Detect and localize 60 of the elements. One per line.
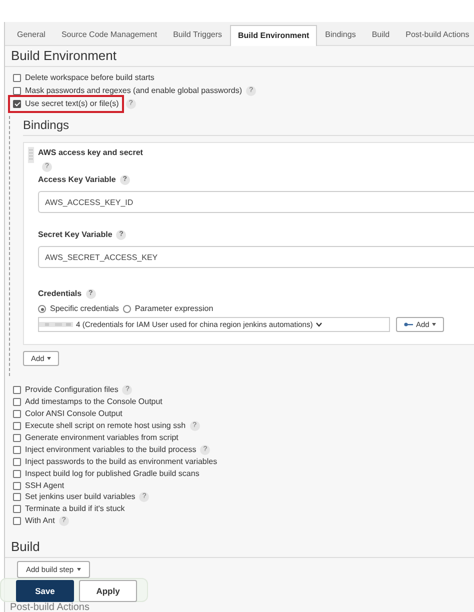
checkbox[interactable] [13, 434, 21, 442]
section-heading: Post-build Actions [9, 603, 90, 612]
tab[interactable]: Post-build Actions [398, 24, 474, 45]
option-label[interactable]: SSH Agent [25, 480, 64, 492]
checkbox[interactable] [13, 410, 21, 418]
checkbox[interactable] [13, 446, 21, 454]
radio-label[interactable]: Specific credentials [50, 303, 119, 316]
field-label: Credentials [38, 288, 82, 300]
option-label[interactable]: Set jenkins user build variables [25, 491, 136, 504]
checkbox[interactable] [13, 505, 21, 514]
drag-handle-icon[interactable] [28, 147, 34, 164]
option-label[interactable]: With Ant [25, 515, 55, 528]
option-label[interactable]: Inject environment variables to the build process [25, 444, 196, 456]
checkbox[interactable] [13, 100, 21, 108]
field-label: Secret Key Variable [38, 229, 112, 242]
tab[interactable]: Source Code Management [53, 24, 166, 45]
checkbox[interactable] [13, 517, 21, 526]
option-label[interactable]: Execute shell script on remote host using ssh [25, 420, 186, 432]
tab[interactable]: Build Triggers [165, 24, 230, 45]
redaction-mark [39, 321, 73, 328]
option-label[interactable]: Add timestamps to the Console Output [25, 396, 162, 408]
save-button[interactable]: Save [16, 580, 74, 602]
checkbox[interactable] [13, 87, 21, 96]
section-heading: Build [5, 537, 474, 558]
checkbox[interactable] [13, 74, 21, 82]
text-field[interactable]: AWS_ACCESS_KEY_ID [38, 191, 474, 214]
text-field[interactable]: AWS_SECRET_ACCESS_KEY [38, 246, 474, 268]
tab[interactable]: General [9, 24, 54, 45]
tab[interactable]: Build Environment [230, 25, 318, 46]
chevron-icon [316, 322, 322, 328]
checkbox[interactable] [13, 422, 21, 430]
bindings-heading: Bindings [23, 118, 474, 136]
option-label[interactable]: Use secret text(s) or file(s) [25, 98, 119, 110]
caret-icon [432, 323, 436, 326]
option-label[interactable]: Terminate a build if it's stuck [25, 503, 125, 516]
section-heading: Build Environment [5, 46, 474, 67]
checkbox[interactable] [13, 398, 21, 406]
radio-button[interactable] [38, 305, 46, 314]
field-label: Access Key Variable [38, 174, 116, 186]
option-label[interactable]: Color ANSI Console Output [25, 408, 122, 420]
option-label[interactable]: Delete workspace before build starts [25, 72, 154, 84]
option-label[interactable]: Inject passwords to the build as environment variables [25, 456, 218, 468]
checkbox[interactable] [13, 458, 21, 466]
option-label[interactable]: Inspect build log for published Gradle build scans [25, 468, 200, 480]
tab[interactable]: Bindings [317, 24, 364, 45]
checkbox[interactable] [13, 386, 21, 394]
checkbox[interactable] [13, 493, 21, 502]
option-label[interactable]: Generate environment variables from script [25, 432, 178, 444]
tab[interactable]: Build [364, 24, 398, 45]
caret-icon [47, 357, 52, 360]
apply-button[interactable]: Apply [79, 580, 137, 602]
binding-title: AWS access key and secret [38, 147, 144, 160]
option-label[interactable]: Mask passwords and regexes (and enable global passwords) [25, 85, 242, 98]
radio-button[interactable] [122, 305, 131, 314]
caret-icon [76, 568, 81, 571]
checkbox[interactable] [13, 482, 21, 490]
option-label[interactable]: Provide Configuration files [25, 384, 118, 396]
key-icon [404, 322, 413, 328]
radio-label[interactable]: Parameter expression [134, 303, 214, 316]
checkbox[interactable] [13, 470, 21, 478]
